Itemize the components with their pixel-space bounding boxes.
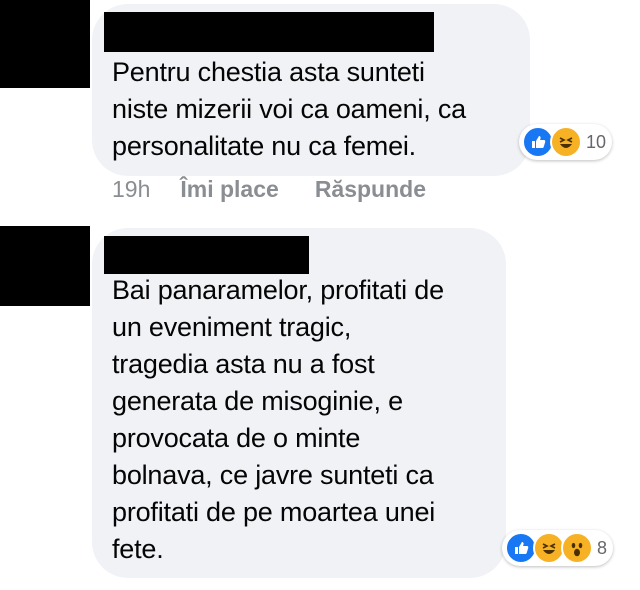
reply-link[interactable]: Răspunde — [315, 176, 426, 203]
reaction-summary[interactable]: 10 — [519, 124, 613, 160]
like-link[interactable]: Îmi place — [180, 176, 278, 203]
comment-bubble: Bai panaramelor, profitati de un evenime… — [92, 228, 506, 578]
comment-text: Bai panaramelor, profitati de un evenime… — [112, 275, 444, 564]
haha-icon — [550, 126, 582, 158]
comment-actions: 19h Îmi place Răspunde — [112, 176, 426, 203]
comment-bubble: Pentru chestia asta sunteti niste mizeri… — [92, 4, 530, 176]
comment-text: Pentru chestia asta sunteti niste mizeri… — [112, 57, 466, 161]
redacted-author-name — [104, 236, 309, 274]
reaction-summary[interactable]: 8 — [502, 530, 614, 566]
redacted-author-name — [104, 12, 434, 52]
reaction-count: 8 — [597, 537, 608, 558]
wow-icon — [561, 532, 593, 564]
reaction-count: 10 — [586, 131, 607, 152]
avatar[interactable] — [0, 226, 90, 306]
avatar[interactable] — [0, 0, 90, 88]
timestamp: 19h — [112, 176, 151, 202]
